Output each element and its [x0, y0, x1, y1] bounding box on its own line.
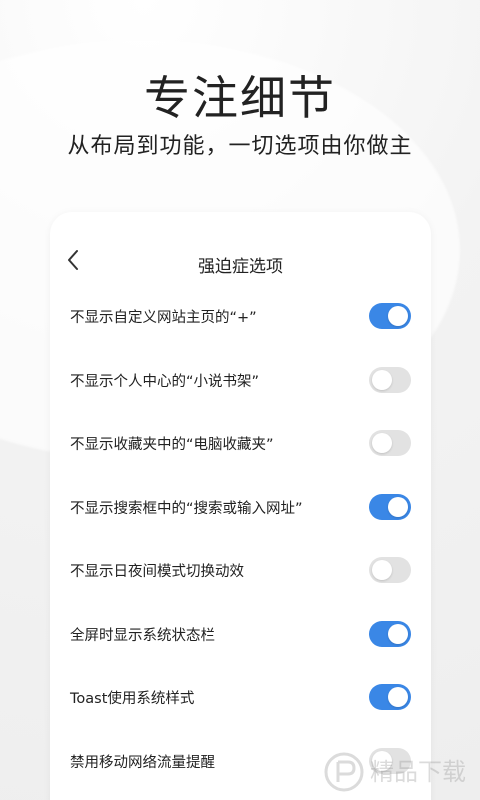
setting-row: 不显示日夜间模式切换动效 [50, 538, 431, 602]
subheadline: 从布局到功能，一切选项由你做主 [67, 134, 413, 159]
app-page: 专注细节 从布局到功能，一切选项由你做主 强迫症选项 不显示自定义网站主页的“+… [0, 0, 480, 800]
toggle-switch[interactable] [369, 303, 411, 329]
headline: 专注细节 [144, 71, 336, 125]
toggle-knob [372, 560, 392, 580]
toggle-switch[interactable] [369, 430, 411, 456]
toggle-knob [388, 496, 408, 517]
setting-label: 禁用移动网络流量提醒 [70, 754, 215, 771]
toggle-knob [388, 687, 408, 707]
setting-label: 不显示收藏夹中的“电脑收藏夹” [70, 437, 274, 453]
setting-row: 不显示自定义网站主页的“+” [50, 284, 431, 348]
settings-card: 强迫症选项 不显示自定义网站主页的“+” 不显示个人中心的“小说书架” 不显示收… [50, 212, 431, 800]
setting-label: 不显示个人中心的“小说书架” [70, 373, 260, 390]
toggle-switch[interactable] [369, 747, 411, 774]
toggle-knob [388, 623, 408, 644]
setting-label: 不显示自定义网站主页的“+” [70, 310, 257, 326]
toggle-switch[interactable] [369, 684, 411, 710]
setting-row: Toast使用系统样式 [50, 665, 431, 729]
toggle-knob [372, 433, 392, 453]
toggle-knob [372, 369, 392, 390]
toggle-knob [388, 306, 408, 326]
settings-list: 不显示自定义网站主页的“+” 不显示个人中心的“小说书架” 不显示收藏夹中的“电… [50, 284, 431, 792]
setting-row: 不显示个人中心的“小说书架” [50, 348, 431, 412]
toggle-switch[interactable] [369, 557, 411, 583]
toggle-switch[interactable] [369, 493, 411, 520]
toggle-knob [372, 750, 392, 771]
setting-label: 不显示搜索框中的“搜索或输入网址” [70, 500, 303, 517]
setting-row: 不显示收藏夹中的“电脑收藏夹” [50, 411, 431, 475]
card-title: 强迫症选项 [198, 257, 283, 277]
setting-label: Toast使用系统样式 [70, 691, 195, 707]
toggle-switch[interactable] [369, 366, 411, 393]
setting-label: 全屏时显示系统状态栏 [70, 627, 215, 644]
card-header: 强迫症选项 [50, 212, 431, 277]
toggle-switch[interactable] [369, 620, 411, 647]
setting-row: 不显示搜索框中的“搜索或输入网址” [50, 475, 431, 539]
setting-row: 禁用移动网络流量提醒 [50, 729, 431, 793]
setting-row: 全屏时显示系统状态栏 [50, 602, 431, 666]
setting-label: 不显示日夜间模式切换动效 [70, 564, 244, 580]
